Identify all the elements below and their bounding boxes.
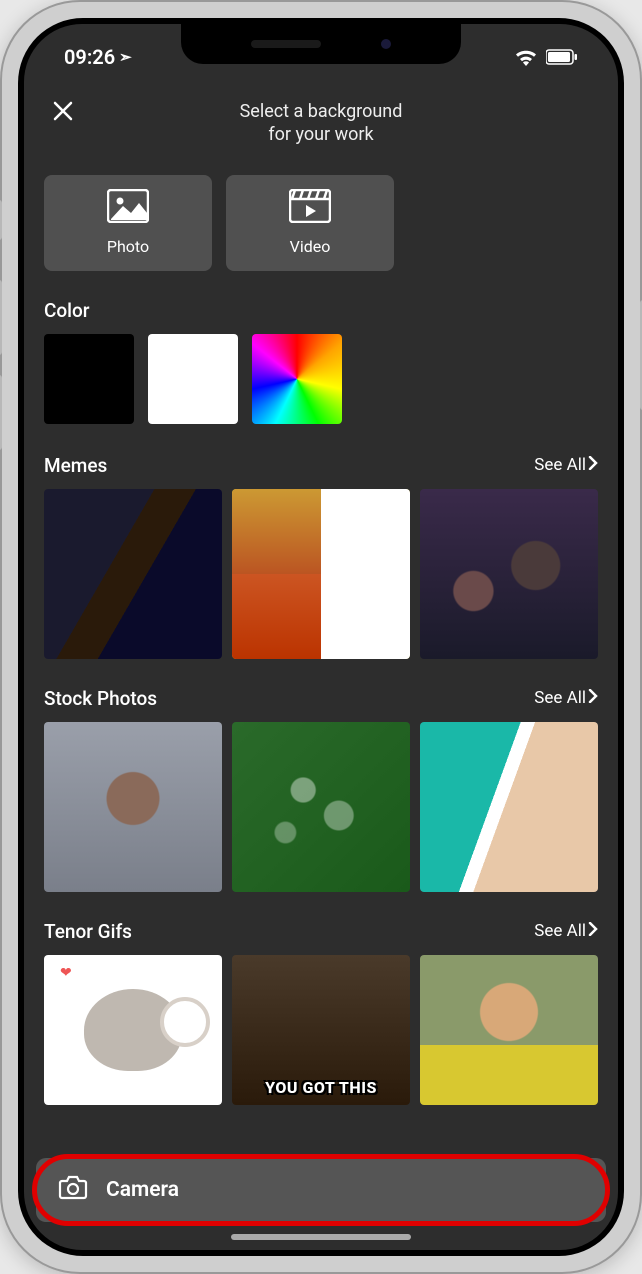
see-all-label: See All xyxy=(534,688,586,708)
camera-icon xyxy=(58,1174,88,1206)
volume-down-button xyxy=(0,375,2,450)
color-section-label: Color xyxy=(44,299,598,322)
title-line-2: for your work xyxy=(240,123,403,146)
tenor-section-label: Tenor Gifs xyxy=(44,920,132,943)
phone-frame: 09:26 ➣ Select a background xyxy=(0,0,642,1274)
video-icon xyxy=(289,189,331,227)
location-arrow-icon: ➣ xyxy=(119,48,132,66)
side-button xyxy=(0,200,2,240)
chevron-right-icon xyxy=(588,921,598,941)
photo-icon xyxy=(107,189,149,227)
chevron-right-icon xyxy=(588,688,598,708)
video-label: Video xyxy=(290,237,331,256)
home-indicator xyxy=(231,1234,411,1240)
gif-thumb-2[interactable]: YOU GOT THIS xyxy=(232,955,410,1105)
memes-see-all[interactable]: See All xyxy=(534,455,598,475)
stock-see-all[interactable]: See All xyxy=(534,688,598,708)
meme-thumb-1[interactable] xyxy=(44,489,222,659)
header: Select a background for your work xyxy=(24,82,618,175)
tenor-see-all[interactable]: See All xyxy=(534,921,598,941)
see-all-label: See All xyxy=(534,921,586,941)
stock-thumb-2[interactable] xyxy=(232,722,410,892)
color-row xyxy=(44,334,598,424)
volume-up-button xyxy=(0,280,2,355)
wifi-icon xyxy=(514,48,538,66)
video-button[interactable]: Video xyxy=(226,175,394,271)
screen: 09:26 ➣ Select a background xyxy=(24,24,618,1250)
color-swatch-white[interactable] xyxy=(148,334,238,424)
battery-icon xyxy=(546,49,578,65)
gif-thumb-3[interactable] xyxy=(420,955,598,1105)
see-all-label: See All xyxy=(534,455,586,475)
page-title: Select a background for your work xyxy=(240,100,403,147)
gif-caption: YOU GOT THIS xyxy=(232,1078,410,1097)
camera-bar-container: Camera xyxy=(24,1150,618,1250)
close-button[interactable] xyxy=(52,99,74,129)
photo-label: Photo xyxy=(107,237,149,256)
status-time: 09:26 xyxy=(64,45,115,69)
photo-button[interactable]: Photo xyxy=(44,175,212,271)
stock-thumb-3[interactable] xyxy=(420,722,598,892)
color-swatch-black[interactable] xyxy=(44,334,134,424)
stock-thumb-1[interactable] xyxy=(44,722,222,892)
meme-thumb-2[interactable] xyxy=(232,489,410,659)
color-swatch-custom[interactable] xyxy=(252,334,342,424)
chevron-right-icon xyxy=(588,455,598,475)
content-area: Photo Video Color Memes xyxy=(24,175,618,1150)
stock-section-label: Stock Photos xyxy=(44,687,157,710)
memes-section-label: Memes xyxy=(44,454,107,477)
title-line-1: Select a background xyxy=(240,100,403,123)
camera-button[interactable]: Camera xyxy=(36,1158,606,1222)
gif-thumb-1[interactable] xyxy=(44,955,222,1105)
camera-label: Camera xyxy=(106,1178,179,1202)
notch xyxy=(181,24,461,64)
meme-thumb-3[interactable] xyxy=(420,489,598,659)
